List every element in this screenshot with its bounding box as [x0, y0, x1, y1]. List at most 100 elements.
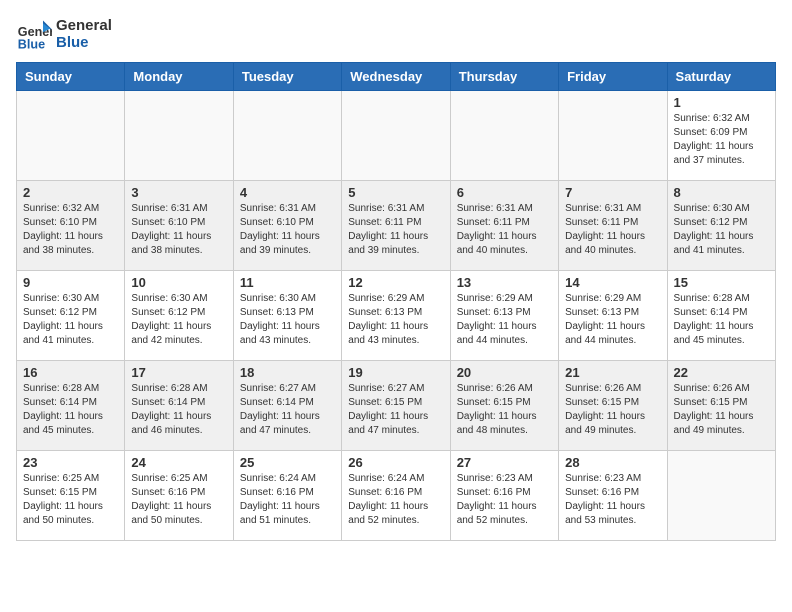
day-number: 22: [674, 365, 769, 380]
day-info: Sunrise: 6:24 AM Sunset: 6:16 PM Dayligh…: [240, 472, 335, 528]
calendar-week-1: 1 Sunrise: 6:32 AM Sunset: 6:09 PM Daylig…: [17, 91, 776, 181]
calendar-week-5: 23 Sunrise: 6:25 AM Sunset: 6:15 PM Dayli…: [17, 451, 776, 541]
day-number: 23: [23, 455, 118, 470]
calendar-day: 23 Sunrise: 6:25 AM Sunset: 6:15 PM Dayli…: [17, 451, 125, 541]
day-number: 16: [23, 365, 118, 380]
calendar-day: 11 Sunrise: 6:30 AM Sunset: 6:13 PM Dayli…: [233, 271, 341, 361]
day-number: 1: [674, 95, 769, 110]
day-number: 10: [131, 275, 226, 290]
calendar-day: 9 Sunrise: 6:30 AM Sunset: 6:12 PM Daylig…: [17, 271, 125, 361]
day-info: Sunrise: 6:24 AM Sunset: 6:16 PM Dayligh…: [348, 472, 443, 528]
day-number: 5: [348, 185, 443, 200]
calendar-day: 10 Sunrise: 6:30 AM Sunset: 6:12 PM Dayli…: [125, 271, 233, 361]
day-info: Sunrise: 6:30 AM Sunset: 6:12 PM Dayligh…: [674, 202, 769, 258]
calendar-day: 19 Sunrise: 6:27 AM Sunset: 6:15 PM Dayli…: [342, 361, 450, 451]
calendar-day: 22 Sunrise: 6:26 AM Sunset: 6:15 PM Dayli…: [667, 361, 775, 451]
day-info: Sunrise: 6:27 AM Sunset: 6:15 PM Dayligh…: [348, 382, 443, 438]
calendar-day: 17 Sunrise: 6:28 AM Sunset: 6:14 PM Dayli…: [125, 361, 233, 451]
calendar-day: [667, 451, 775, 541]
calendar-day: 15 Sunrise: 6:28 AM Sunset: 6:14 PM Dayli…: [667, 271, 775, 361]
logo-icon: General Blue: [16, 16, 52, 52]
day-info: Sunrise: 6:28 AM Sunset: 6:14 PM Dayligh…: [674, 292, 769, 348]
day-header-friday: Friday: [559, 63, 667, 91]
day-number: 13: [457, 275, 552, 290]
day-info: Sunrise: 6:27 AM Sunset: 6:14 PM Dayligh…: [240, 382, 335, 438]
day-number: 18: [240, 365, 335, 380]
calendar-day: 14Sunrise: 6:29 AM Sunset: 6:13 PM Dayli…: [559, 271, 667, 361]
calendar-day: 6 Sunrise: 6:31 AM Sunset: 6:11 PM Daylig…: [450, 181, 558, 271]
calendar-day: 5 Sunrise: 6:31 AM Sunset: 6:11 PM Daylig…: [342, 181, 450, 271]
calendar-week-3: 9 Sunrise: 6:30 AM Sunset: 6:12 PM Daylig…: [17, 271, 776, 361]
day-number: 28: [565, 455, 660, 470]
calendar-day: 27 Sunrise: 6:23 AM Sunset: 6:16 PM Dayli…: [450, 451, 558, 541]
calendar-week-2: 2 Sunrise: 6:32 AM Sunset: 6:10 PM Daylig…: [17, 181, 776, 271]
day-info: Sunrise: 6:30 AM Sunset: 6:12 PM Dayligh…: [23, 292, 118, 348]
calendar-day: 21 Sunrise: 6:26 AM Sunset: 6:15 PM Dayli…: [559, 361, 667, 451]
calendar-day: 28 Sunrise: 6:23 AM Sunset: 6:16 PM Dayli…: [559, 451, 667, 541]
day-info: Sunrise: 6:31 AM Sunset: 6:11 PM Dayligh…: [348, 202, 443, 258]
day-header-monday: Monday: [125, 63, 233, 91]
day-number: 12: [348, 275, 443, 290]
calendar-header-row: SundayMondayTuesdayWednesdayThursdayFrid…: [17, 63, 776, 91]
day-info: Sunrise: 6:30 AM Sunset: 6:13 PM Dayligh…: [240, 292, 335, 348]
day-info: Sunrise: 6:29 AM Sunset: 6:13 PM Dayligh…: [457, 292, 552, 348]
day-info: Sunrise: 6:31 AM Sunset: 6:10 PM Dayligh…: [240, 202, 335, 258]
logo-general: General: [56, 17, 112, 34]
day-info: Sunrise: 6:23 AM Sunset: 6:16 PM Dayligh…: [565, 472, 660, 528]
calendar-week-4: 16 Sunrise: 6:28 AM Sunset: 6:14 PM Dayli…: [17, 361, 776, 451]
logo-blue: Blue: [56, 34, 112, 51]
logo: General Blue General Blue: [16, 16, 112, 52]
day-number: 17: [131, 365, 226, 380]
calendar-day: 12 Sunrise: 6:29 AM Sunset: 6:13 PM Dayli…: [342, 271, 450, 361]
day-info: Sunrise: 6:26 AM Sunset: 6:15 PM Dayligh…: [565, 382, 660, 438]
day-number: 26: [348, 455, 443, 470]
page-header: General Blue General Blue: [16, 16, 776, 52]
day-number: 9: [23, 275, 118, 290]
day-number: 15: [674, 275, 769, 290]
day-header-saturday: Saturday: [667, 63, 775, 91]
day-number: 24: [131, 455, 226, 470]
calendar-day: [450, 91, 558, 181]
day-number: 2: [23, 185, 118, 200]
day-info: Sunrise: 6:29 AM Sunset: 6:13 PM Dayligh…: [348, 292, 443, 348]
day-info: Sunrise: 6:31 AM Sunset: 6:10 PM Dayligh…: [131, 202, 226, 258]
calendar-day: 18 Sunrise: 6:27 AM Sunset: 6:14 PM Dayli…: [233, 361, 341, 451]
day-info: Sunrise: 6:25 AM Sunset: 6:16 PM Dayligh…: [131, 472, 226, 528]
day-info: Sunrise: 6:29 AM Sunset: 6:13 PM Dayligh…: [565, 292, 660, 348]
day-info: Sunrise: 6:32 AM Sunset: 6:09 PM Dayligh…: [674, 112, 769, 168]
day-info: Sunrise: 6:30 AM Sunset: 6:12 PM Dayligh…: [131, 292, 226, 348]
day-info: Sunrise: 6:28 AM Sunset: 6:14 PM Dayligh…: [131, 382, 226, 438]
calendar-day: 25 Sunrise: 6:24 AM Sunset: 6:16 PM Dayli…: [233, 451, 341, 541]
day-info: Sunrise: 6:25 AM Sunset: 6:15 PM Dayligh…: [23, 472, 118, 528]
day-number: 21: [565, 365, 660, 380]
day-info: Sunrise: 6:23 AM Sunset: 6:16 PM Dayligh…: [457, 472, 552, 528]
day-info: Sunrise: 6:31 AM Sunset: 6:11 PM Dayligh…: [565, 202, 660, 258]
calendar-day: 26 Sunrise: 6:24 AM Sunset: 6:16 PM Dayli…: [342, 451, 450, 541]
day-number: 6: [457, 185, 552, 200]
calendar-day: 1 Sunrise: 6:32 AM Sunset: 6:09 PM Daylig…: [667, 91, 775, 181]
day-number: 11: [240, 275, 335, 290]
calendar-day: 8Sunrise: 6:30 AM Sunset: 6:12 PM Daylig…: [667, 181, 775, 271]
day-info: Sunrise: 6:26 AM Sunset: 6:15 PM Dayligh…: [457, 382, 552, 438]
day-info: Sunrise: 6:26 AM Sunset: 6:15 PM Dayligh…: [674, 382, 769, 438]
day-number: 27: [457, 455, 552, 470]
day-header-wednesday: Wednesday: [342, 63, 450, 91]
calendar-day: [125, 91, 233, 181]
day-number: 19: [348, 365, 443, 380]
calendar-day: [559, 91, 667, 181]
day-number: 4: [240, 185, 335, 200]
day-number: 7: [565, 185, 660, 200]
day-info: Sunrise: 6:28 AM Sunset: 6:14 PM Dayligh…: [23, 382, 118, 438]
calendar-day: 4 Sunrise: 6:31 AM Sunset: 6:10 PM Daylig…: [233, 181, 341, 271]
day-info: Sunrise: 6:31 AM Sunset: 6:11 PM Dayligh…: [457, 202, 552, 258]
calendar-day: 24 Sunrise: 6:25 AM Sunset: 6:16 PM Dayli…: [125, 451, 233, 541]
calendar-day: 7 Sunrise: 6:31 AM Sunset: 6:11 PM Daylig…: [559, 181, 667, 271]
day-number: 20: [457, 365, 552, 380]
day-header-tuesday: Tuesday: [233, 63, 341, 91]
calendar-day: [233, 91, 341, 181]
day-info: Sunrise: 6:32 AM Sunset: 6:10 PM Dayligh…: [23, 202, 118, 258]
day-number: 25: [240, 455, 335, 470]
calendar-day: 20 Sunrise: 6:26 AM Sunset: 6:15 PM Dayli…: [450, 361, 558, 451]
svg-text:Blue: Blue: [18, 37, 45, 51]
calendar-day: 2 Sunrise: 6:32 AM Sunset: 6:10 PM Daylig…: [17, 181, 125, 271]
